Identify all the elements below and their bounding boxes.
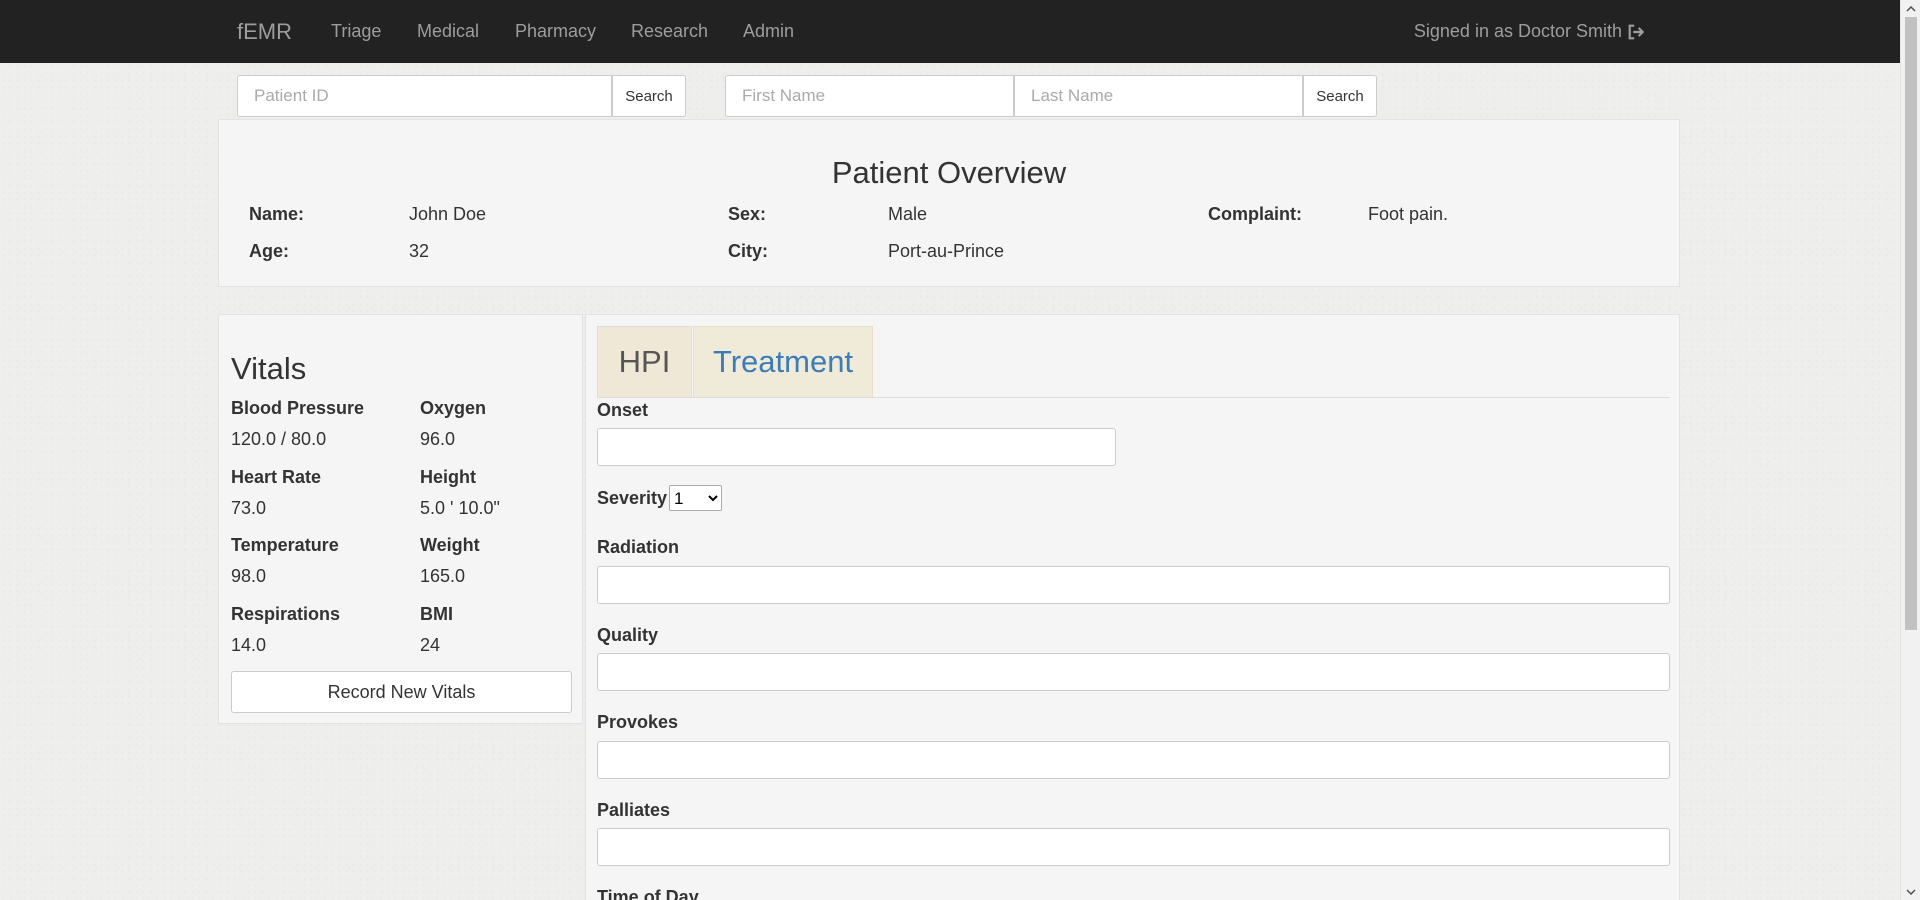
first-name-input[interactable]: [725, 75, 1014, 117]
vitals-panel: Vitals Blood Pressure 120.0 / 80.0 Oxyge…: [218, 314, 583, 724]
brand-logo[interactable]: fEMR: [237, 19, 292, 45]
signed-in-user[interactable]: Signed in as Doctor Smith: [1414, 21, 1645, 42]
palliates-input[interactable]: [597, 828, 1670, 866]
quality-label: Quality: [597, 625, 659, 645]
last-name-input[interactable]: [1014, 75, 1303, 117]
vital-label-blood-pressure: Blood Pressure: [231, 398, 365, 418]
patient-id-search-button[interactable]: Search: [612, 75, 686, 117]
provokes-label: Provokes: [597, 712, 679, 732]
vital-value-blood-pressure: 120.0 / 80.0: [231, 429, 327, 449]
nav-medical[interactable]: Medical: [417, 21, 479, 42]
scrollbar-thumb[interactable]: [1905, 17, 1917, 630]
vital-value-height: 5.0 ' 10.0": [420, 498, 500, 518]
patient-name: John Doe: [409, 204, 487, 224]
onset-label: Onset: [597, 400, 649, 420]
vital-value-oxygen: 96.0: [420, 429, 456, 449]
radiation-label: Radiation: [597, 537, 680, 557]
age-label: Age:: [249, 241, 289, 261]
tab-divider: [597, 397, 1670, 398]
name-label: Name:: [249, 204, 305, 224]
vital-label-respirations: Respirations: [231, 604, 341, 624]
onset-input[interactable]: [597, 428, 1116, 466]
complaint-label: Complaint:: [1208, 204, 1302, 224]
sex-label: Sex:: [728, 204, 767, 224]
navbar: fEMR Triage Medical Pharmacy Research Ad…: [0, 0, 1900, 63]
radiation-input[interactable]: [597, 566, 1670, 604]
severity-label: Severity: [597, 488, 668, 508]
nav-research[interactable]: Research: [631, 21, 708, 42]
vital-value-heart-rate: 73.0: [231, 498, 267, 518]
vital-label-bmi: BMI: [420, 604, 453, 624]
patient-sex: Male: [888, 204, 928, 224]
signed-in-label: Signed in as Doctor Smith: [1413, 21, 1622, 41]
vital-label-heart-rate: Heart Rate: [231, 467, 322, 487]
nav-triage[interactable]: Triage: [331, 21, 381, 42]
patient-overview-panel: Patient Overview Name: John Doe Age: 32 …: [218, 119, 1680, 287]
vital-label-temperature: Temperature: [231, 535, 339, 555]
time-of-day-label: Time of Day: [597, 887, 699, 900]
vital-value-weight: 165.0: [420, 566, 466, 586]
patient-complaint: Foot pain.: [1368, 204, 1449, 224]
scroll-down-arrow-icon[interactable]: [1901, 883, 1920, 900]
patient-age: 32: [409, 241, 430, 261]
tab-hpi[interactable]: HPI: [597, 326, 692, 397]
vital-label-height: Height: [420, 467, 476, 487]
vital-value-bmi: 24: [420, 635, 441, 655]
nav-pharmacy[interactable]: Pharmacy: [515, 21, 596, 42]
vitals-title: Vitals: [231, 351, 307, 386]
palliates-label: Palliates: [597, 800, 671, 820]
name-search-button[interactable]: Search: [1303, 75, 1377, 117]
provokes-input[interactable]: [597, 741, 1670, 779]
severity-select[interactable]: 1: [669, 485, 722, 511]
vital-label-oxygen: Oxygen: [420, 398, 487, 418]
hpi-panel: HPI Treatment Onset Severity 1 Radiation…: [585, 314, 1680, 900]
scroll-up-arrow-icon[interactable]: [1901, 0, 1920, 17]
patient-overview-title: Patient Overview: [831, 155, 1067, 190]
city-label: City:: [728, 241, 768, 261]
vital-value-respirations: 14.0: [231, 635, 267, 655]
page-scrollbar[interactable]: [1900, 0, 1920, 900]
vital-label-weight: Weight: [420, 535, 480, 555]
nav-admin[interactable]: Admin: [743, 21, 794, 42]
patient-id-input[interactable]: [237, 75, 612, 117]
sign-out-icon[interactable]: [1627, 23, 1645, 41]
vital-value-temperature: 98.0: [231, 566, 267, 586]
patient-city: Port-au-Prince: [888, 241, 1005, 261]
record-new-vitals-button[interactable]: Record New Vitals: [231, 671, 572, 713]
quality-input[interactable]: [597, 653, 1670, 691]
tab-treatment[interactable]: Treatment: [693, 326, 873, 397]
